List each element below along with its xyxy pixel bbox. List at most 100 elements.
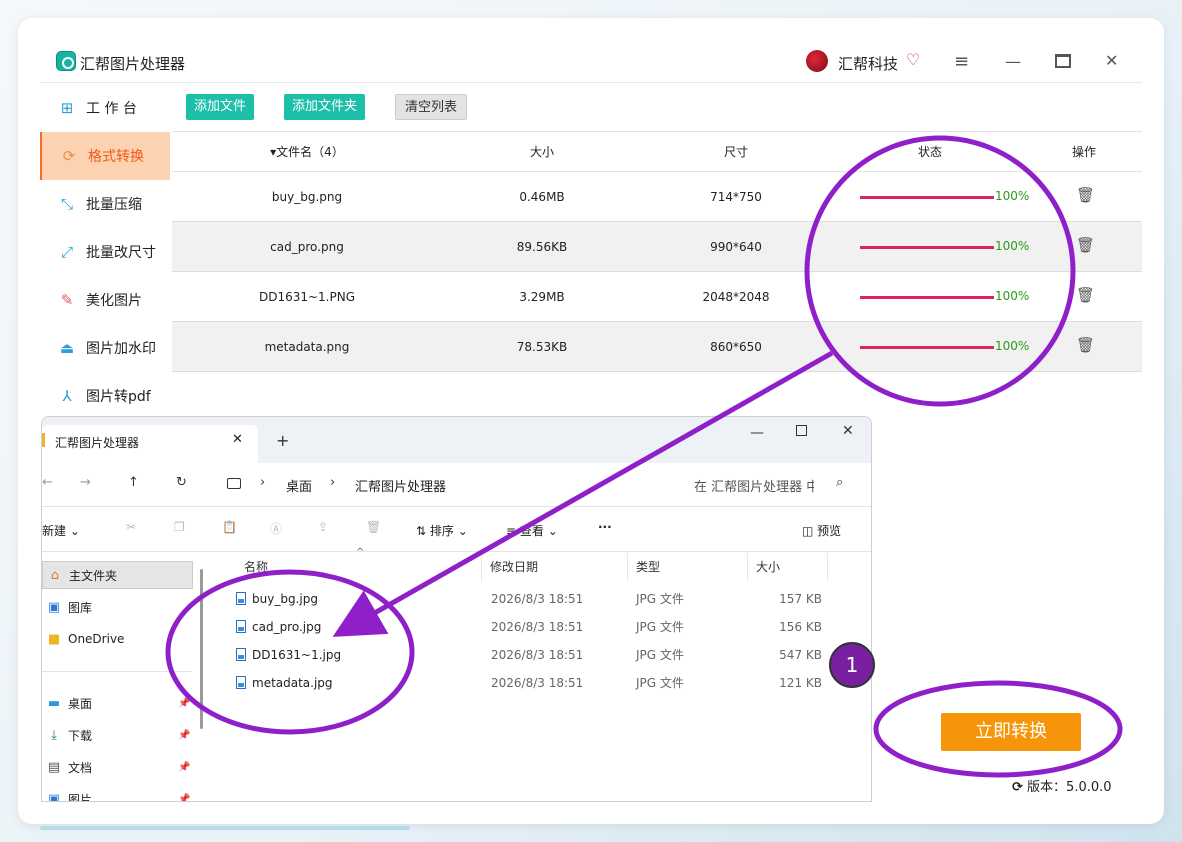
col-header-name[interactable]: ▾文件名（4） bbox=[232, 132, 382, 171]
explorer-sidebar: ⌂ 主文件夹 ▣ 图库 ■ OneDrive ▬ 桌面 📌 ⤓ 下载 📌 ▤ 文档 📌 ▣ 图片 📌 bbox=[42, 553, 208, 802]
sort-button[interactable]: ⇅ 排序 ⌄ bbox=[416, 522, 468, 539]
sidebar-item-format-convert[interactable]: ⟳ 格式转换 bbox=[40, 132, 170, 180]
breadcrumb-desktop[interactable]: 桌面 bbox=[286, 476, 312, 495]
pdf-icon: ⅄ bbox=[62, 387, 72, 405]
col-header-modified[interactable]: 修改日期 bbox=[482, 553, 628, 581]
col-header-dimensions: 尺寸 bbox=[723, 145, 748, 159]
minimize-icon[interactable]: — bbox=[1005, 52, 1021, 71]
delete-icon[interactable]: 🗑 bbox=[1076, 186, 1095, 204]
file-name: cad_pro.png bbox=[270, 239, 344, 254]
maximize-icon[interactable] bbox=[796, 425, 807, 436]
col-header-type[interactable]: 类型 bbox=[628, 553, 748, 581]
sidebar-item-label: 下载 bbox=[68, 728, 93, 743]
sidebar-item-compress[interactable]: ⤡ 批量压缩 bbox=[40, 180, 170, 228]
table-row[interactable]: DD1631~1.PNG 3.29MB 2048*2048 100% 🗑 bbox=[172, 272, 1142, 322]
file-size: 157 KB bbox=[779, 592, 822, 606]
explorer-tab[interactable]: 汇帮图片处理器 ✕ bbox=[42, 425, 258, 463]
monitor-icon[interactable] bbox=[227, 478, 241, 489]
vip-heart-icon[interactable]: ♡ bbox=[906, 50, 920, 69]
view-button[interactable]: ≡ 查看 ⌄ bbox=[506, 522, 558, 539]
sidebar-item-watermark[interactable]: ⏏ 图片加水印 bbox=[40, 324, 170, 372]
sidebar-item-onedrive[interactable]: ■ OneDrive bbox=[42, 625, 192, 653]
forward-icon[interactable]: → bbox=[80, 475, 91, 490]
brand-logo-icon bbox=[806, 50, 828, 72]
pictures-icon: ▣ bbox=[47, 791, 61, 802]
sidebar-item-label: 图库 bbox=[68, 600, 93, 615]
minimize-icon[interactable]: — bbox=[750, 425, 764, 441]
new-label: 新建 bbox=[42, 524, 67, 538]
refresh-icon[interactable]: ⟳ bbox=[1012, 780, 1023, 795]
sidebar-item-downloads[interactable]: ⤓ 下载 📌 bbox=[42, 721, 192, 749]
table-row[interactable]: metadata.png 78.53KB 860*650 100% 🗑 bbox=[172, 322, 1142, 372]
sidebar-item-label: 格式转换 bbox=[88, 149, 144, 165]
sidebar-item-documents[interactable]: ▤ 文档 📌 bbox=[42, 753, 192, 781]
explorer-tab-bar: 汇帮图片处理器 ✕ + — ✕ bbox=[42, 417, 871, 463]
delete-icon[interactable]: 🗑 bbox=[366, 520, 381, 534]
file-modified: 2026/8/3 18:51 bbox=[491, 620, 584, 634]
delete-icon[interactable]: 🗑 bbox=[1076, 336, 1095, 354]
preview-button[interactable]: ◫ 预览 bbox=[802, 522, 841, 539]
add-file-button[interactable]: 添加文件 bbox=[186, 94, 255, 120]
sidebar-item-beautify[interactable]: ✎ 美化图片 bbox=[40, 276, 170, 324]
add-folder-button[interactable]: 添加文件夹 bbox=[284, 94, 366, 120]
start-convert-button[interactable]: 立即转换 bbox=[941, 713, 1081, 751]
table-row[interactable]: cad_pro.png 89.56KB 990*640 100% 🗑 bbox=[172, 222, 1142, 272]
compress-icon: ⤡ bbox=[60, 195, 73, 213]
delete-icon[interactable]: 🗑 bbox=[1076, 286, 1095, 304]
table-row[interactable]: buy_bg.png 0.46MB 714*750 100% 🗑 bbox=[172, 172, 1142, 222]
sidebar-item-label: 图片转pdf bbox=[86, 389, 151, 405]
sidebar-item-label: 工 作 台 bbox=[86, 101, 137, 117]
breadcrumb-folder[interactable]: 汇帮图片处理器 bbox=[355, 476, 446, 495]
watermark-icon: ⏏ bbox=[59, 339, 75, 357]
close-icon[interactable]: ✕ bbox=[1105, 51, 1118, 70]
col-header-name[interactable]: 名称 bbox=[236, 553, 482, 581]
refresh-icon[interactable]: ↻ bbox=[176, 475, 187, 490]
sidebar-item-label: 批量改尺寸 bbox=[86, 245, 156, 261]
file-size: 547 KB bbox=[779, 648, 822, 662]
delete-icon[interactable]: 🗑 bbox=[1076, 236, 1095, 254]
menu-icon[interactable]: ≡ bbox=[954, 51, 969, 72]
image-file-icon bbox=[236, 648, 246, 661]
file-list-header: ^ 名称 修改日期 类型 大小 bbox=[208, 547, 871, 581]
search-icon[interactable]: ⌕ bbox=[836, 475, 843, 490]
sidebar-item-desktop[interactable]: ▬ 桌面 📌 bbox=[42, 689, 192, 717]
progress-bar bbox=[860, 196, 994, 199]
clear-list-button[interactable]: 清空列表 bbox=[395, 94, 468, 120]
file-modified: 2026/8/3 18:51 bbox=[491, 676, 584, 690]
home-icon: ⌂ bbox=[50, 567, 60, 583]
file-dimensions: 2048*2048 bbox=[702, 289, 770, 304]
rename-icon[interactable]: Ⓐ bbox=[270, 520, 282, 537]
more-options-icon[interactable]: ··· bbox=[598, 520, 612, 534]
list-item[interactable]: DD1631~1.jpg 2026/8/3 18:51 JPG 文件 547 K… bbox=[208, 641, 871, 669]
new-tab-icon[interactable]: + bbox=[276, 431, 289, 450]
file-dimensions: 714*750 bbox=[710, 189, 762, 204]
sidebar-scrollbar[interactable] bbox=[200, 569, 203, 729]
search-input[interactable]: 在 汇帮图片处理器 中 bbox=[694, 476, 814, 495]
sidebar-item-label: OneDrive bbox=[68, 632, 125, 646]
file-name: buy_bg.jpg bbox=[252, 592, 318, 606]
col-header-size: 大小 bbox=[529, 145, 554, 159]
cut-icon[interactable]: ✂ bbox=[126, 520, 136, 534]
sidebar-item-home[interactable]: ⌂ 主文件夹 bbox=[42, 561, 193, 589]
up-icon[interactable]: ↑ bbox=[128, 475, 139, 490]
sidebar-item-workbench[interactable]: ⊞ 工 作 台 bbox=[40, 84, 170, 132]
list-item[interactable]: metadata.jpg 2026/8/3 18:51 JPG 文件 121 K… bbox=[208, 669, 871, 697]
sidebar-item-pictures[interactable]: ▣ 图片 📌 bbox=[42, 785, 192, 802]
preview-pane-icon: ◫ bbox=[802, 524, 814, 538]
sidebar-item-to-pdf[interactable]: ⅄ 图片转pdf bbox=[40, 372, 170, 420]
back-icon[interactable]: ← bbox=[42, 475, 53, 490]
share-icon[interactable]: ⇪ bbox=[318, 520, 328, 534]
list-item[interactable]: buy_bg.jpg 2026/8/3 18:51 JPG 文件 157 KB bbox=[208, 585, 871, 613]
sidebar-item-resize[interactable]: ⤢ 批量改尺寸 bbox=[40, 228, 170, 276]
sidebar-item-label: 美化图片 bbox=[86, 293, 142, 309]
maximize-icon[interactable] bbox=[1055, 54, 1071, 68]
progress-bar bbox=[860, 296, 994, 299]
close-window-icon[interactable]: ✕ bbox=[842, 423, 854, 439]
list-item[interactable]: cad_pro.jpg 2026/8/3 18:51 JPG 文件 156 KB bbox=[208, 613, 871, 641]
new-button[interactable]: 新建 ⌄ bbox=[42, 522, 80, 539]
paste-icon[interactable]: 📋 bbox=[222, 520, 237, 534]
col-header-size[interactable]: 大小 bbox=[748, 553, 828, 581]
sidebar-item-gallery[interactable]: ▣ 图库 bbox=[42, 593, 192, 621]
copy-icon[interactable]: ❐ bbox=[174, 520, 185, 534]
close-tab-icon[interactable]: ✕ bbox=[232, 432, 243, 447]
